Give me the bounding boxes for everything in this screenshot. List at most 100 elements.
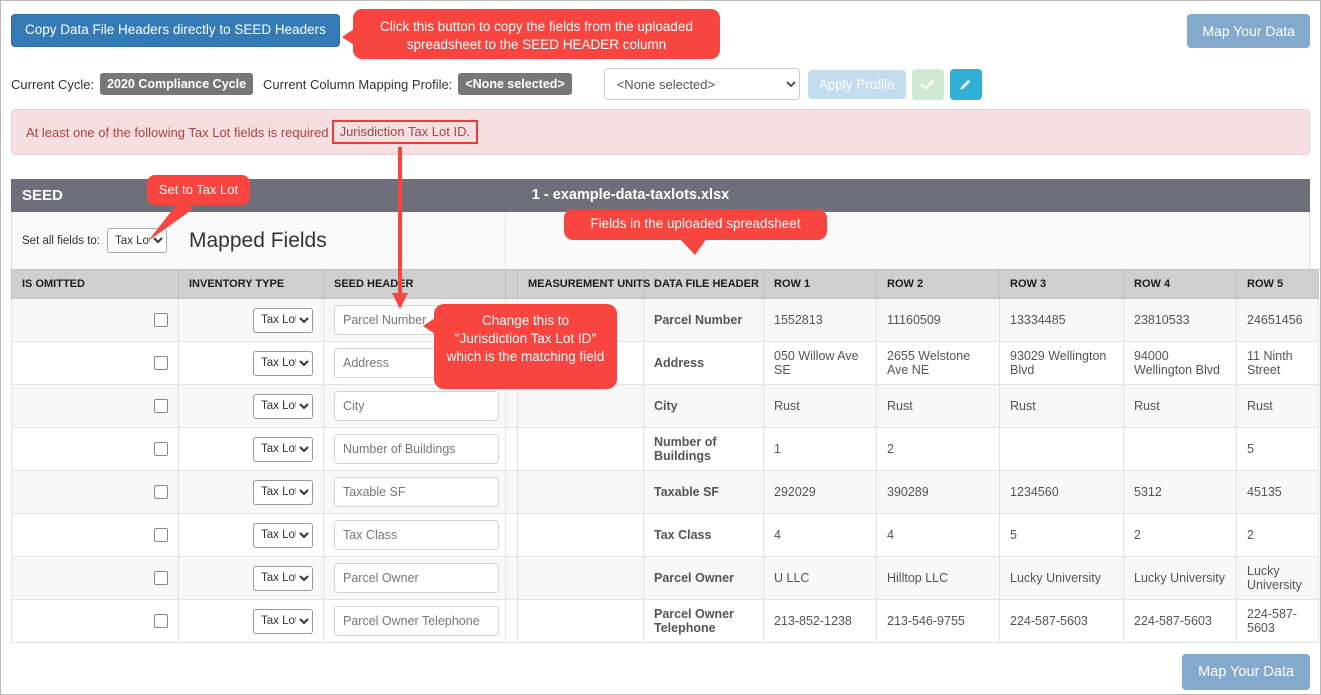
col-measurement-units[interactable]: MEASUREMENT UNITS bbox=[517, 269, 650, 299]
cell-row-4: Lucky University bbox=[1123, 556, 1237, 600]
cell-is-omitted bbox=[11, 556, 179, 600]
required-fields-alert: At least one of the following Tax Lot fi… bbox=[11, 109, 1310, 155]
pencil-icon[interactable] bbox=[949, 68, 982, 100]
inventory-type-select[interactable]: Tax Lot bbox=[253, 565, 313, 591]
callout-set-to-tax-lot: Set to Tax Lot bbox=[147, 175, 250, 205]
inventory-type-select[interactable]: Tax Lot bbox=[253, 350, 313, 376]
inventory-type-select[interactable]: Tax Lot bbox=[253, 436, 313, 462]
apply-profile-button[interactable]: Apply Profile bbox=[807, 69, 906, 99]
cell-seed-header bbox=[323, 427, 506, 471]
callout-set-to-tax-lot-text: Set to Tax Lot bbox=[158, 182, 239, 197]
col-spacer bbox=[505, 269, 518, 299]
alert-highlight-jurisdiction-tax-lot-id: Jurisdiction Tax Lot ID. bbox=[331, 119, 479, 145]
cell-row-5: 11 Ninth Street bbox=[1236, 341, 1319, 385]
cell-row-5: Rust bbox=[1236, 384, 1319, 428]
seed-header-input[interactable] bbox=[334, 391, 499, 421]
cell-row-4: 224-587-5603 bbox=[1123, 599, 1237, 643]
check-icon[interactable] bbox=[911, 68, 944, 100]
is-omitted-checkbox[interactable] bbox=[154, 614, 168, 629]
cell-measurement-units bbox=[517, 513, 644, 557]
cell-row-1: U LLC bbox=[763, 556, 877, 600]
table-row: Tax Lot Number of Buildings12 5 bbox=[11, 427, 1319, 471]
seed-header-input[interactable] bbox=[334, 606, 499, 636]
is-omitted-checkbox[interactable] bbox=[154, 528, 168, 543]
cell-row-5: 45135 bbox=[1236, 470, 1319, 514]
cell-inventory-type: Tax Lot bbox=[178, 427, 324, 471]
set-all-fields-label: Set all fields to: bbox=[22, 234, 100, 247]
cell-is-omitted bbox=[11, 384, 179, 428]
cell-row-4: 5312 bbox=[1123, 470, 1237, 514]
is-omitted-checkbox[interactable] bbox=[154, 571, 168, 586]
cell-seed-header bbox=[323, 470, 506, 514]
seed-header-input[interactable] bbox=[334, 520, 499, 550]
is-omitted-checkbox[interactable] bbox=[154, 442, 168, 457]
table-row: Tax Lot Parcel Number15528131116050913334… bbox=[11, 298, 1319, 342]
col-is-omitted[interactable]: IS OMITTED bbox=[11, 269, 179, 299]
cell-row-5: 5 bbox=[1236, 427, 1319, 471]
inventory-type-select[interactable]: Tax Lot bbox=[253, 393, 313, 419]
inventory-type-select[interactable]: Tax Lot bbox=[253, 608, 313, 634]
cell-row-2: 11160509 bbox=[876, 298, 1000, 342]
callout-uploaded-fields: Fields in the uploaded spreadsheet bbox=[564, 209, 827, 240]
mapping-profile-select[interactable]: <None selected> bbox=[603, 68, 800, 100]
table-header-row: IS OMITTED INVENTORY TYPE SEED HEADER ME… bbox=[11, 269, 1319, 299]
cell-row-5: 2 bbox=[1236, 513, 1319, 557]
col-row-1[interactable]: ROW 1 bbox=[763, 269, 877, 299]
cell-measurement-units bbox=[517, 384, 644, 428]
seed-header-input[interactable] bbox=[334, 477, 499, 507]
callout-tail bbox=[342, 29, 354, 45]
mapped-fields-title: Mapped Fields bbox=[188, 228, 327, 252]
cell-row-2: Hilltop LLC bbox=[876, 556, 1000, 600]
mapped-row-divider bbox=[505, 212, 506, 269]
col-row-3[interactable]: ROW 3 bbox=[999, 269, 1124, 299]
set-all-fields-select[interactable]: Tax Lot bbox=[106, 228, 167, 253]
cell-row-2: 213-546-9755 bbox=[876, 599, 1000, 643]
col-row-2[interactable]: ROW 2 bbox=[876, 269, 1000, 299]
cell-row-1: 1552813 bbox=[763, 298, 877, 342]
map-your-data-bottom-button[interactable]: Map Your Data bbox=[1182, 654, 1310, 690]
cell-is-omitted bbox=[11, 427, 179, 471]
col-data-file-header[interactable]: DATA FILE HEADER bbox=[643, 269, 764, 299]
is-omitted-checkbox[interactable] bbox=[154, 356, 168, 371]
cell-measurement-units bbox=[517, 427, 644, 471]
cell-is-omitted bbox=[11, 599, 179, 643]
cell-row-2: 2 bbox=[876, 427, 1000, 471]
map-your-data-top-button[interactable]: Map Your Data bbox=[1187, 14, 1310, 48]
col-row-4[interactable]: ROW 4 bbox=[1123, 269, 1237, 299]
table-row: Tax LotParcel OwnerU LLCHilltop LLCLucky… bbox=[11, 556, 1319, 600]
inventory-type-select[interactable]: Tax Lot bbox=[253, 522, 313, 548]
inventory-type-select[interactable]: Tax Lot bbox=[253, 479, 313, 505]
cell-data-file-header: Tax Class bbox=[643, 513, 764, 557]
cell-data-file-header: Parcel Number bbox=[643, 298, 764, 342]
cell-row-4 bbox=[1123, 427, 1237, 471]
is-omitted-checkbox[interactable] bbox=[154, 485, 168, 500]
cell-row-1: 4 bbox=[763, 513, 877, 557]
cell-data-file-header: Parcel Owner Telephone bbox=[643, 599, 764, 643]
table-row: Tax Lot Taxable SF29202939028912345605312… bbox=[11, 470, 1319, 514]
cell-spacer bbox=[505, 384, 518, 428]
cell-row-3: 93029 Wellington Blvd bbox=[999, 341, 1124, 385]
cell-row-3: 13334485 bbox=[999, 298, 1124, 342]
seed-header-input[interactable] bbox=[334, 563, 499, 593]
cell-row-2: 4 bbox=[876, 513, 1000, 557]
col-row-5[interactable]: ROW 5 bbox=[1236, 269, 1319, 299]
col-seed-header[interactable]: SEED HEADER bbox=[323, 269, 506, 299]
inventory-type-select[interactable]: Tax Lot bbox=[253, 307, 313, 333]
cell-data-file-header: Taxable SF bbox=[643, 470, 764, 514]
cell-measurement-units bbox=[517, 556, 644, 600]
table-row: Tax Lot Parcel Owner Telephone213-852-123… bbox=[11, 599, 1319, 643]
cell-row-2: 390289 bbox=[876, 470, 1000, 514]
cell-row-1: 213-852-1238 bbox=[763, 599, 877, 643]
cycle-profile-row: Current Cycle: 2020 Compliance Cycle Cur… bbox=[1, 63, 1320, 105]
copy-data-file-headers-button[interactable]: Copy Data File Headers directly to SEED … bbox=[11, 14, 340, 47]
cell-row-4: 23810533 bbox=[1123, 298, 1237, 342]
callout-uploaded-fields-text: Fields in the uploaded spreadsheet bbox=[590, 216, 801, 231]
cell-seed-header bbox=[323, 513, 506, 557]
callout-copy-button: Click this button to copy the fields fro… bbox=[342, 9, 720, 59]
seed-header-input[interactable] bbox=[334, 434, 499, 464]
is-omitted-checkbox[interactable] bbox=[154, 313, 168, 328]
col-inventory-type[interactable]: INVENTORY TYPE bbox=[178, 269, 324, 299]
callout-change-this-text: Change this to "Jurisdiction Tax Lot ID"… bbox=[446, 313, 605, 365]
is-omitted-checkbox[interactable] bbox=[154, 399, 168, 414]
cell-is-omitted bbox=[11, 341, 179, 385]
